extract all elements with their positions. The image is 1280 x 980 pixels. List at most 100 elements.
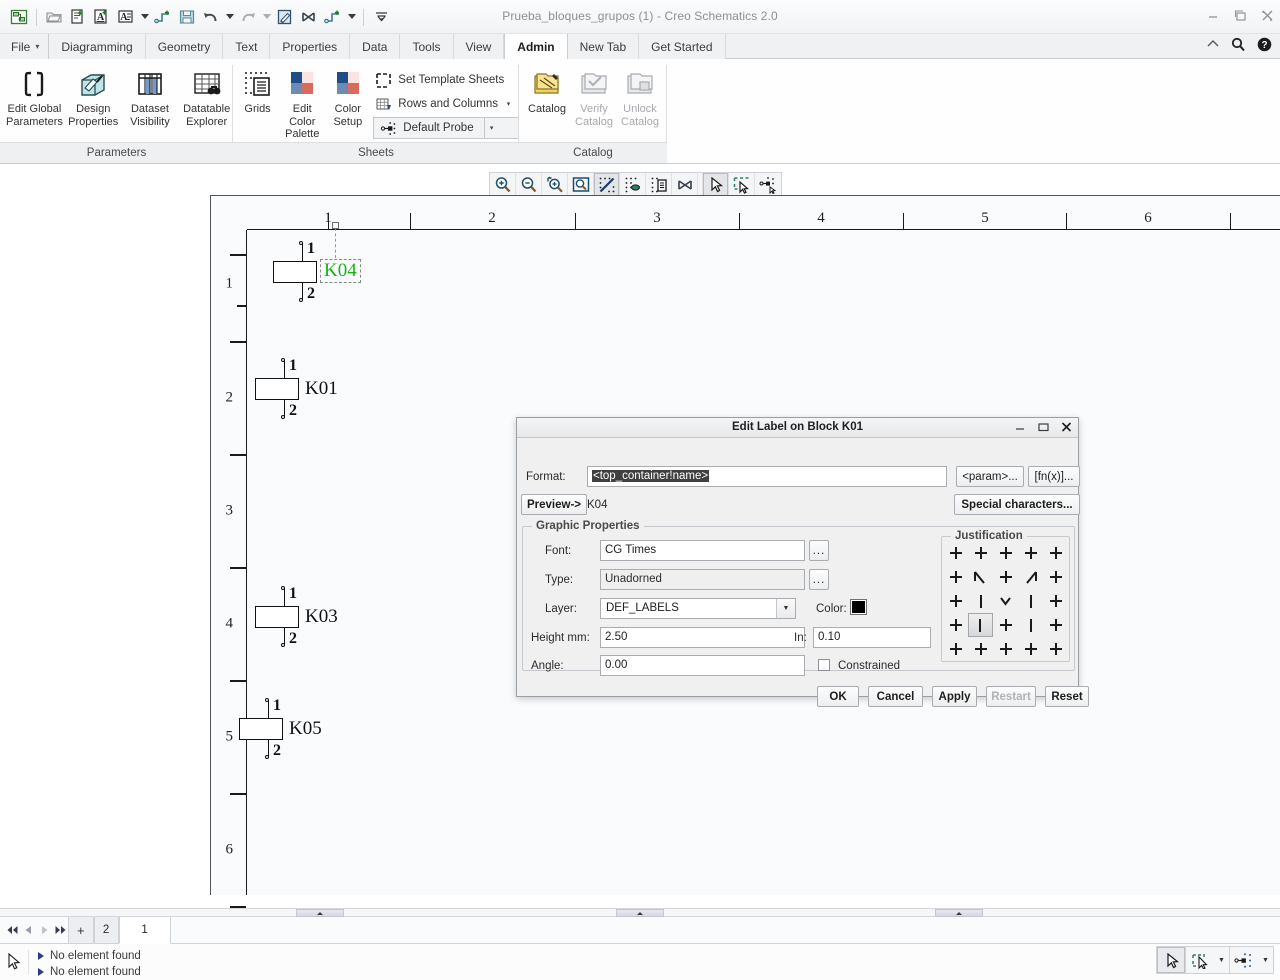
select-filter-dropdown-arrow-icon[interactable]: ▼	[1214, 957, 1229, 964]
justification-cell[interactable]	[943, 589, 968, 613]
block-label[interactable]: K01	[305, 378, 338, 400]
justification-cell[interactable]	[993, 637, 1018, 661]
angle-input[interactable]: 0.00	[600, 655, 805, 676]
chevron-down-icon[interactable]: ▾	[504, 100, 513, 108]
tab-text[interactable]: Text	[223, 34, 271, 59]
design-properties-button[interactable]: Design Properties	[67, 64, 120, 128]
justification-cell[interactable]	[968, 637, 993, 661]
expand-triangle-icon[interactable]	[38, 952, 44, 960]
justification-cell[interactable]	[968, 541, 993, 565]
datatable-explorer-button[interactable]: Datatable Explorer	[180, 64, 233, 128]
search-icon[interactable]	[1231, 37, 1246, 55]
dialog-minimize-button[interactable]	[1014, 420, 1027, 434]
snap-to-object-icon[interactable]	[594, 173, 620, 196]
justification-cell[interactable]	[943, 613, 968, 637]
minimize-window-button[interactable]	[1206, 8, 1220, 22]
block-body[interactable]	[273, 261, 317, 283]
prev-sheet-icon[interactable]	[20, 925, 36, 935]
justification-cell[interactable]	[943, 541, 968, 565]
splitter-grip[interactable]	[616, 909, 664, 917]
splitter-grip[interactable]	[296, 909, 344, 917]
add-sheet-button[interactable]: +	[68, 917, 94, 943]
preview-button[interactable]: Preview->	[521, 494, 587, 515]
tab-admin[interactable]: Admin	[504, 34, 568, 60]
edit-label-dialog[interactable]: Edit Label on Block K01 Format: <top_con…	[516, 417, 1089, 707]
justification-cell-top-right[interactable]	[1018, 565, 1043, 589]
tab-diagramming[interactable]: Diagramming	[49, 34, 146, 59]
sheet-tab-1[interactable]: 1	[118, 917, 171, 944]
status-message-row[interactable]: No element found	[38, 949, 141, 963]
justification-cell[interactable]	[1043, 589, 1068, 613]
probe-filter-icon[interactable]	[1230, 947, 1258, 973]
format-input[interactable]: <top_container!name>	[587, 466, 947, 487]
tab-view[interactable]: View	[453, 34, 505, 59]
type-input[interactable]: Unadorned	[600, 569, 805, 590]
justification-cell[interactable]	[993, 565, 1018, 589]
justification-grid[interactable]	[943, 541, 1068, 661]
first-sheet-icon[interactable]	[4, 925, 20, 935]
reset-button[interactable]: Reset	[1045, 686, 1089, 707]
special-characters-button[interactable]: Special characters...	[954, 494, 1080, 515]
block-label[interactable]: K03	[305, 606, 338, 628]
sheet-tab-2[interactable]: 2	[93, 917, 119, 943]
edit-global-parameters-button[interactable]: Edit Global Parameters	[6, 64, 63, 128]
unlock-catalog-button[interactable]: Unlock Catalog	[617, 64, 663, 128]
block-body[interactable]	[255, 378, 299, 400]
splitter-grip[interactable]	[935, 909, 983, 917]
dialog-maximize-button[interactable]	[1037, 420, 1050, 434]
verify-catalog-button[interactable]: Verify Catalog	[571, 64, 617, 128]
expand-triangle-icon[interactable]	[38, 968, 44, 976]
tab-tools[interactable]: Tools	[400, 34, 454, 59]
zoom-selected-icon[interactable]	[542, 173, 568, 196]
select-filter-icon[interactable]	[1186, 947, 1214, 973]
justification-cell[interactable]	[943, 637, 968, 661]
justification-cell-center[interactable]	[993, 589, 1018, 613]
justification-cell[interactable]	[1043, 565, 1068, 589]
rows-and-columns-button[interactable]: Rows and Columns ▾	[373, 93, 519, 115]
color-setup-button[interactable]: Color Setup	[326, 64, 369, 128]
tab-geometry[interactable]: Geometry	[145, 34, 224, 59]
restart-button[interactable]: Restart	[986, 686, 1036, 707]
block-label-selected[interactable]: K04	[320, 259, 361, 283]
last-sheet-icon[interactable]	[52, 925, 68, 935]
cancel-button[interactable]: Cancel	[868, 686, 923, 707]
default-probe-dropdown-arrow-icon[interactable]: ▾	[483, 118, 499, 138]
justification-cell[interactable]	[1043, 637, 1068, 661]
snap-to-list-icon[interactable]	[646, 173, 672, 196]
apply-button[interactable]: Apply	[932, 686, 977, 707]
font-input[interactable]: CG Times	[600, 540, 805, 561]
justification-cell-bottom-right[interactable]	[1018, 613, 1043, 637]
edit-color-palette-button[interactable]: Edit Color Palette	[278, 64, 326, 141]
zoom-in-icon[interactable]	[490, 173, 516, 196]
insert-param-button[interactable]: <param>...	[956, 466, 1024, 487]
block-body[interactable]	[255, 606, 299, 628]
insert-function-button[interactable]: [fn(x)]...	[1028, 466, 1080, 487]
probe-filter-dropdown-arrow-icon[interactable]: ▼	[1258, 957, 1273, 964]
tab-file[interactable]: File ▾	[0, 34, 50, 59]
clear-snap-icon[interactable]	[672, 173, 698, 196]
tab-data[interactable]: Data	[350, 34, 401, 59]
constrained-checkbox[interactable]	[818, 659, 830, 671]
justification-cell[interactable]	[1043, 613, 1068, 637]
zoom-out-icon[interactable]	[516, 173, 542, 196]
restore-window-button[interactable]	[1233, 8, 1247, 22]
justification-cell-selected[interactable]	[968, 613, 993, 637]
tab-new-tab[interactable]: New Tab	[567, 34, 640, 59]
justification-cell-top-left[interactable]	[968, 565, 993, 589]
selection-handle[interactable]	[332, 222, 339, 229]
select-items-icon[interactable]	[1157, 947, 1185, 973]
block-label[interactable]: K05	[289, 718, 322, 740]
minimize-ribbon-icon[interactable]	[1206, 39, 1220, 53]
catalog-button[interactable]: Catalog	[523, 64, 571, 116]
close-window-button[interactable]	[1260, 8, 1274, 22]
type-browse-button[interactable]: ...	[809, 569, 829, 590]
dialog-close-button[interactable]	[1060, 420, 1073, 434]
justification-cell-middle-right[interactable]	[1018, 589, 1043, 613]
justification-cell[interactable]	[1043, 541, 1068, 565]
in-input[interactable]: 0.10	[813, 627, 931, 648]
justification-cell-middle-left[interactable]	[968, 589, 993, 613]
justification-cell[interactable]	[993, 541, 1018, 565]
justification-cell[interactable]	[1018, 637, 1043, 661]
drawing-canvas-area[interactable]: 1 2 3 4 5 6 1 2 3 4 5 6 1 2 K04 1 2 K01 …	[0, 164, 1280, 908]
color-swatch-button[interactable]	[850, 599, 867, 615]
